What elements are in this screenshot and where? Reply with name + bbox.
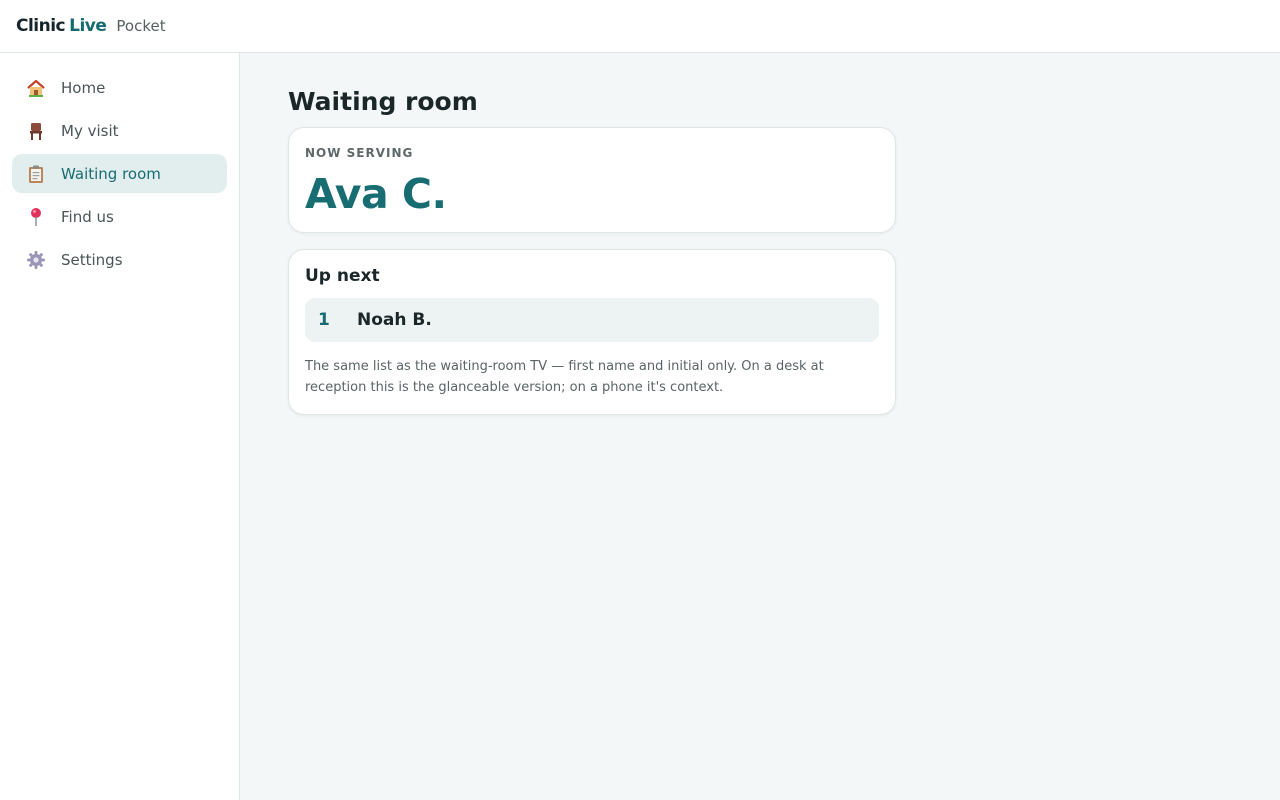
sidebar-item-label: Settings [61, 250, 123, 269]
sidebar-item-label: Waiting room [61, 164, 161, 183]
gear-icon [26, 250, 46, 270]
up-next-card: Up next 1 Noah B. The same list as the w… [288, 249, 896, 415]
brand-logo[interactable]: Clinic Live [16, 16, 107, 36]
up-next-note: The same list as the waiting-room TV — f… [305, 359, 824, 395]
main-content: Waiting room NOW SERVING Ava C. Up next … [240, 53, 1280, 800]
page-title: Waiting room [288, 87, 478, 116]
sidebar-item-find-us[interactable]: Find us [12, 197, 227, 236]
queue-position: 1 [318, 310, 330, 330]
up-next-title: Up next [305, 266, 380, 286]
sidebar-item-label: Home [61, 78, 106, 97]
pin-icon [26, 207, 46, 227]
clipboard-icon [26, 164, 46, 184]
brand-name-part2: Live [69, 16, 107, 36]
top-bar: Clinic Live Pocket [0, 0, 1280, 53]
queue-row: 1 Noah B. [305, 298, 879, 342]
now-serving-name: Ava C. [305, 170, 447, 218]
sidebar-item-settings[interactable]: Settings [12, 240, 227, 279]
sidebar-item-label: My visit [61, 121, 119, 140]
queue-patient-name: Noah B. [357, 310, 432, 330]
sidebar-item-waiting-room[interactable]: Waiting room [12, 154, 227, 193]
brand-subtitle: Pocket [116, 17, 166, 35]
chair-icon [26, 121, 46, 141]
sidebar: Home My visit Waiting room Find us Setti… [0, 53, 240, 800]
sidebar-item-home[interactable]: Home [12, 68, 227, 107]
brand-name-part1: Clinic [16, 16, 66, 36]
house-icon [26, 78, 46, 98]
sidebar-item-my-visit[interactable]: My visit [12, 111, 227, 150]
sidebar-item-label: Find us [61, 207, 114, 226]
now-serving-card: NOW SERVING Ava C. [288, 127, 896, 233]
now-serving-label: NOW SERVING [305, 146, 414, 160]
